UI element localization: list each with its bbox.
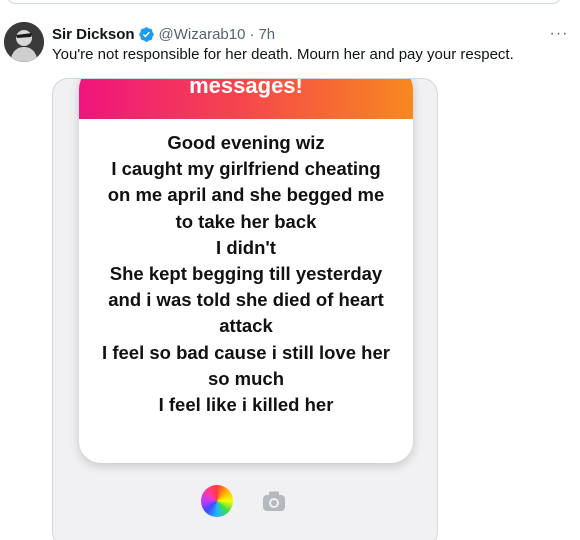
tweet-header: Sir Dickson @Wizarab10 · 7h (52, 24, 275, 44)
separator-dot: · (249, 25, 255, 43)
message-line: I caught my girlfriend cheating (111, 158, 381, 180)
message-line: Good evening wiz (167, 132, 325, 153)
card-message: Good evening wiz I caught my girlfriend … (79, 130, 413, 418)
previous-tweet-border (6, 0, 562, 4)
message-line: I feel so bad cause i still love her (102, 341, 390, 363)
message-line: on me april and she begged me (107, 184, 385, 206)
verified-badge-icon (138, 26, 155, 43)
message-line: to take her back (175, 210, 317, 232)
card-header-text: messages! (189, 78, 303, 98)
tweet-media[interactable]: messages! Good evening wiz I caught my g… (52, 78, 438, 540)
avatar[interactable] (4, 22, 44, 62)
more-options-icon[interactable]: ··· (548, 24, 570, 44)
author-name[interactable]: Sir Dickson (52, 26, 135, 43)
camera-icon[interactable] (261, 489, 287, 513)
message-line: She kept begging till yesterday (109, 263, 383, 285)
message-card: messages! Good evening wiz I caught my g… (79, 78, 413, 463)
card-header: messages! (79, 78, 413, 119)
tweet-time[interactable]: 7h (258, 26, 275, 43)
message-line: I feel like i killed her (158, 394, 334, 416)
color-wheel-icon[interactable] (201, 485, 233, 517)
message-line: so much (207, 367, 285, 389)
author-handle[interactable]: @Wizarab10 (159, 26, 246, 43)
tweet-text: You're not responsible for her death. Mo… (52, 46, 514, 63)
avatar-image (4, 22, 44, 62)
message-line: and i was told she died of heart (108, 289, 384, 311)
message-line: attack (219, 315, 273, 337)
message-line: I didn't (216, 236, 276, 258)
